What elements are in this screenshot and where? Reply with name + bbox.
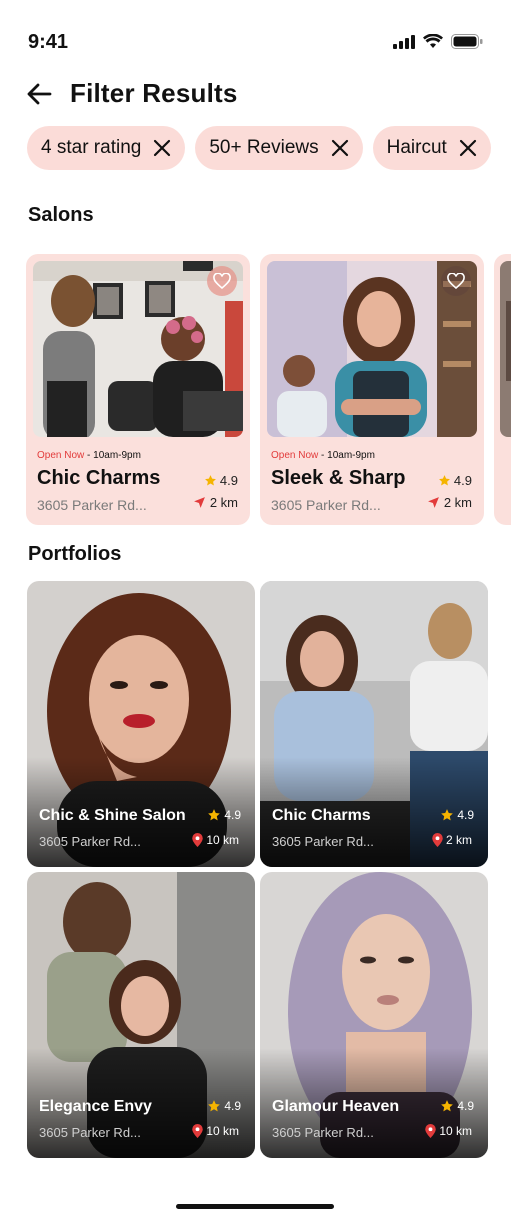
portfolio-card[interactable]: Chic Charms 4.9 3605 Parker Rd... 2 km [260,581,488,867]
heart-icon [213,273,231,289]
location-pin-icon [425,1124,437,1138]
distance-value: 2 km [209,495,238,510]
header: Filter Results [26,78,238,109]
salons-carousel[interactable]: Open Now - 10am-9pm Chic Charms 4.9 3605… [26,254,511,526]
portfolio-card[interactable]: Elegance Envy 4.9 3605 Parker Rd... 10 k… [27,872,255,1158]
navigation-arrow-icon [427,497,439,508]
salon-address: 3605 Parker Rd... [37,497,147,513]
hours-label: - 10am-9pm [84,450,141,461]
portfolio-address: 3605 Parker Rd... [39,834,141,849]
salon-address: 3605 Parker Rd... [271,497,381,513]
filter-chips: 4 star rating 50+ Reviews Haircut [27,126,511,170]
distance-value: 2 km [445,833,472,847]
star-icon [208,1100,221,1112]
salon-name: Chic Charms [37,467,161,489]
portfolio-address: 3605 Parker Rd... [272,834,374,849]
open-now-label: Open Now [271,450,319,461]
portfolio-distance: 10 km [192,1124,239,1138]
distance-value: 2 km [443,495,472,510]
status-bar: 9:41 [0,0,511,80]
filter-chip-reviews[interactable]: 50+ Reviews [195,126,363,170]
portfolio-name: Elegance Envy [39,1098,152,1115]
rating-value: 4.9 [224,1099,241,1113]
page-title: Filter Results [70,78,238,108]
arrow-left-icon [27,83,52,104]
portfolio-rating: 4.9 [440,1099,474,1113]
close-icon[interactable] [153,139,171,157]
chip-label: 50+ Reviews [209,137,319,158]
portfolio-distance: 10 km [425,1124,472,1138]
section-title-portfolios: Portfolios [28,543,122,565]
salon-photo [500,261,511,437]
rating-value: 4.9 [219,473,238,488]
filter-chip-haircut[interactable]: Haircut [372,126,491,170]
distance-value: 10 km [206,833,239,847]
salon-card-partial[interactable] [494,254,511,525]
salon-distance: 2 km [193,495,238,510]
battery-icon [451,34,483,49]
portfolio-rating: 4.9 [440,808,474,822]
portfolio-distance: 10 km [192,833,239,847]
star-icon [441,1100,454,1112]
salon-name: Sleek & Sharp [271,467,406,489]
open-status: Open Now - 10am-9pm [271,450,375,461]
favorite-button[interactable] [441,266,471,296]
portfolio-card[interactable]: Chic & Shine Salon 4.9 3605 Parker Rd...… [27,581,255,867]
portfolio-address: 3605 Parker Rd... [39,1125,141,1140]
chip-label: 4 star rating [41,137,142,158]
salon-card[interactable]: Open Now - 10am-9pm Sleek & Sharp 4.9 36… [260,254,484,525]
rating-value: 4.9 [453,473,472,488]
home-indicator[interactable] [176,1204,334,1209]
signal-icon [393,34,415,49]
navigation-arrow-icon [193,497,205,508]
back-button[interactable] [26,81,52,107]
section-title-salons: Salons [28,204,94,226]
salon-rating: 4.9 [204,473,238,488]
close-icon[interactable] [459,139,477,157]
hours-label: - 10am-9pm [318,450,375,461]
favorite-button[interactable] [207,266,237,296]
star-icon [205,475,216,486]
location-pin-icon [192,833,204,847]
star-icon [208,809,221,821]
portfolio-address: 3605 Parker Rd... [272,1125,374,1140]
chip-label: Haircut [386,137,447,158]
status-icons [393,34,483,49]
salon-card[interactable]: Open Now - 10am-9pm Chic Charms 4.9 3605… [26,254,250,525]
close-icon[interactable] [331,139,349,157]
star-icon [441,809,454,821]
wifi-icon [423,34,443,48]
portfolio-rating: 4.9 [207,1099,241,1113]
portfolio-name: Glamour Heaven [272,1098,400,1115]
rating-value: 4.9 [457,808,474,822]
salon-distance: 2 km [427,495,472,510]
portfolio-name: Chic & Shine Salon [39,807,186,824]
portfolio-card[interactable]: Glamour Heaven 4.9 3605 Parker Rd... 10 … [260,872,488,1158]
star-icon [439,475,450,486]
location-pin-icon [432,833,443,847]
portfolio-distance: 2 km [432,833,472,847]
rating-value: 4.9 [224,808,241,822]
rating-value: 4.9 [457,1099,474,1113]
distance-value: 10 km [439,1124,472,1138]
status-time: 9:41 [28,31,69,53]
salon-rating: 4.9 [438,473,472,488]
open-status: Open Now - 10am-9pm [37,450,141,461]
location-pin-icon [192,1124,204,1138]
portfolio-rating: 4.9 [207,808,241,822]
portfolio-name: Chic Charms [272,807,371,824]
heart-icon [447,273,465,289]
filter-chip-rating[interactable]: 4 star rating [27,126,186,170]
distance-value: 10 km [206,1124,239,1138]
open-now-label: Open Now [37,450,85,461]
